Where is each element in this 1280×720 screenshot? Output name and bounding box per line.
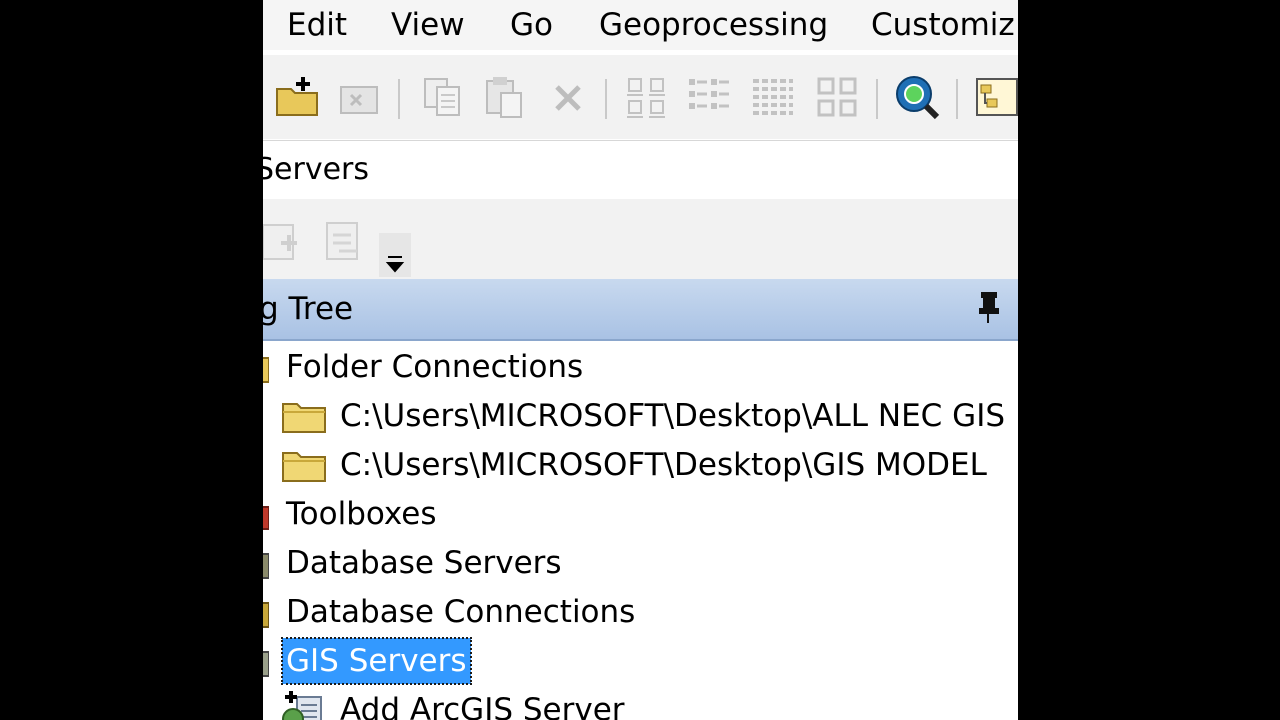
location-bar[interactable]: Servers <box>263 140 1018 200</box>
tree-item-label: C:\Users\MICROSOFT\Desktop\ALL NEC GIS <box>340 398 1006 434</box>
arccatalog-window: Edit View Go Geoprocessing Customiz Serv… <box>263 0 1018 720</box>
toolbar-separator <box>398 79 400 119</box>
tree-item-label: Add ArcGIS Server <box>340 692 625 720</box>
folder-icon <box>263 351 270 397</box>
menu-view[interactable]: View <box>391 5 465 45</box>
catalog-tree: Folder Connections C:\Users\MICROSOFT\De… <box>263 341 1018 720</box>
folder-icon <box>281 400 327 447</box>
folder-icon <box>281 449 327 496</box>
thumbnails-view-icon[interactable] <box>813 73 861 121</box>
toolbar-separator <box>876 79 878 119</box>
toolbar-separator <box>605 79 607 119</box>
list-view-icon[interactable] <box>685 73 733 121</box>
server-icon <box>263 645 270 691</box>
tree-item-folder-connection-1[interactable]: C:\Users\MICROSOFT\Desktop\ALL NEC GIS <box>263 393 1018 439</box>
tree-item-folder-connection-2[interactable]: C:\Users\MICROSOFT\Desktop\GIS MODEL <box>263 442 1018 488</box>
pin-icon[interactable] <box>974 289 1004 325</box>
search-icon[interactable] <box>893 73 941 121</box>
toolbar-separator <box>956 79 958 119</box>
catalog-tree-toolbar <box>263 199 1018 279</box>
toolbar-overflow-chevron-icon[interactable] <box>379 233 411 277</box>
menu-bar: Edit View Go Geoprocessing Customiz <box>263 0 1018 50</box>
tree-connect-icon[interactable] <box>319 217 367 265</box>
tree-item-label: Folder Connections <box>286 349 584 385</box>
paste-icon[interactable] <box>479 73 527 121</box>
copy-icon[interactable] <box>419 73 467 121</box>
menu-go[interactable]: Go <box>510 5 553 45</box>
tree-item-label-selected: GIS Servers <box>281 637 472 685</box>
tree-item-label: C:\Users\MICROSOFT\Desktop\GIS MODEL <box>340 447 987 483</box>
tree-add-icon[interactable] <box>263 217 303 265</box>
menu-edit[interactable]: Edit <box>287 5 347 45</box>
tree-item-database-connections[interactable]: Database Connections <box>263 589 1018 635</box>
tree-item-folder-connections[interactable]: Folder Connections <box>263 344 1018 390</box>
location-input[interactable]: Servers <box>263 149 369 191</box>
details-view-icon[interactable] <box>749 73 797 121</box>
tree-item-label: Database Servers <box>286 545 562 581</box>
standard-toolbar <box>263 55 1018 139</box>
database-connection-icon <box>263 596 270 642</box>
tree-item-toolboxes[interactable]: Toolboxes <box>263 491 1018 537</box>
tree-item-database-servers[interactable]: Database Servers <box>263 540 1018 586</box>
panel-title: g Tree <box>263 291 354 327</box>
catalog-tree-header: g Tree <box>263 279 1018 341</box>
menu-geoprocessing[interactable]: Geoprocessing <box>599 5 828 45</box>
large-icons-view-icon[interactable] <box>623 73 671 121</box>
menu-customize[interactable]: Customiz <box>871 5 1015 45</box>
delete-icon[interactable] <box>545 73 593 121</box>
toolbox-icon <box>263 498 270 544</box>
new-folder-icon[interactable] <box>273 73 321 121</box>
database-server-icon <box>263 547 270 593</box>
tree-item-add-arcgis-server[interactable]: Add ArcGIS Server <box>263 687 1018 720</box>
tree-item-label: Database Connections <box>286 594 636 630</box>
tree-item-label: Toolboxes <box>286 496 437 532</box>
add-server-icon <box>281 691 327 720</box>
disconnect-folder-icon[interactable] <box>335 73 383 121</box>
tree-item-gis-servers[interactable]: GIS Servers <box>263 637 1018 685</box>
arccatalog-options-icon[interactable] <box>973 73 1018 121</box>
